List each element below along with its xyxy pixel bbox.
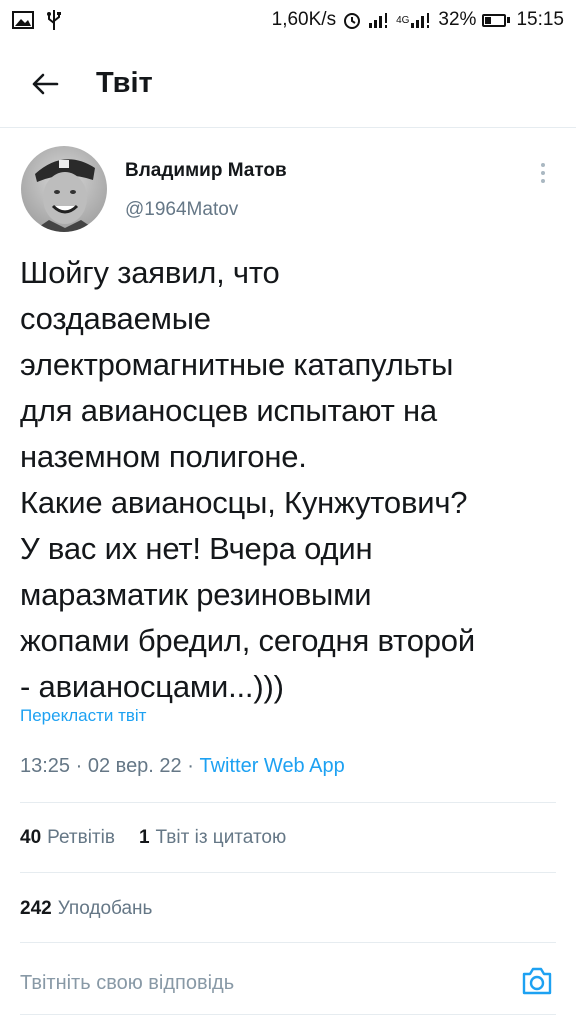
app-header: Твіт	[0, 40, 576, 128]
likes-count: 242	[20, 898, 52, 919]
avatar[interactable]	[21, 146, 107, 232]
more-dot-icon	[541, 179, 545, 183]
battery-icon	[482, 13, 511, 27]
camera-icon	[522, 967, 552, 995]
more-options-button[interactable]	[530, 158, 556, 188]
tweet-time: 13:25	[20, 755, 71, 777]
tweet-meta: 13:25 · 02 вер. 22 · Twitter Web App	[20, 755, 345, 778]
author-name[interactable]: Владимир Матов	[125, 160, 287, 182]
signal-icon	[368, 11, 390, 29]
status-right: 1,60K/s 4G 32% 15:15	[272, 9, 564, 31]
alarm-icon	[342, 10, 362, 30]
signal-4g-icon: 4G	[396, 11, 432, 29]
status-left	[12, 9, 62, 31]
tweet-text: Шойгу заявил, что создаваемые электромаг…	[20, 255, 475, 704]
image-icon	[12, 11, 34, 29]
reply-input[interactable]: Твітніть свою відповідь	[20, 972, 234, 995]
retweets-label: Ретвітів	[47, 827, 115, 848]
arrow-left-icon	[32, 73, 59, 94]
meta-separator: ·	[187, 755, 194, 777]
divider	[20, 802, 556, 803]
battery-tip	[507, 17, 511, 23]
status-bar: 1,60K/s 4G 32% 15:15	[0, 0, 576, 40]
more-dot-icon	[541, 163, 545, 167]
stats-row: 40 Ретвітів 1 Твіт із цитатою	[20, 827, 310, 849]
retweets-count: 40	[20, 827, 42, 848]
divider	[20, 942, 556, 943]
retweets-stat[interactable]: 40 Ретвітів	[20, 827, 115, 849]
divider	[20, 872, 556, 873]
battery-body	[482, 13, 507, 27]
tweet-source-link[interactable]: Twitter Web App	[199, 755, 344, 777]
more-dot-icon	[541, 171, 545, 175]
meta-separator: ·	[75, 755, 83, 777]
tweet-date: 02 вер. 22	[87, 755, 182, 777]
network-type: 4G	[396, 14, 410, 26]
back-button[interactable]	[20, 59, 70, 109]
likes-label: Уподобань	[57, 898, 153, 919]
tweet-detail-screen: 1,60K/s 4G 32% 15:15 Твіт Владимир Матов…	[0, 0, 576, 1024]
avatar-image	[21, 146, 107, 232]
status-time: 15:15	[516, 9, 564, 30]
page-title: Твіт	[96, 67, 153, 99]
translate-tweet-link[interactable]: Перекласти твіт	[20, 706, 146, 726]
author-handle[interactable]: @1964Matov	[125, 199, 238, 221]
quotes-stat[interactable]: 1 Твіт із цитатою	[139, 827, 286, 849]
quotes-count: 1	[138, 827, 150, 848]
battery-percent: 32%	[438, 9, 477, 30]
network-speed: 1,60K/s	[271, 9, 337, 30]
reply-underline	[20, 1014, 556, 1015]
battery-fill	[485, 16, 492, 24]
camera-button[interactable]	[520, 964, 554, 998]
usb-icon	[46, 9, 62, 31]
quotes-label: Твіт із цитатою	[155, 827, 287, 848]
likes-stat[interactable]: 242 Уподобань	[20, 898, 152, 920]
